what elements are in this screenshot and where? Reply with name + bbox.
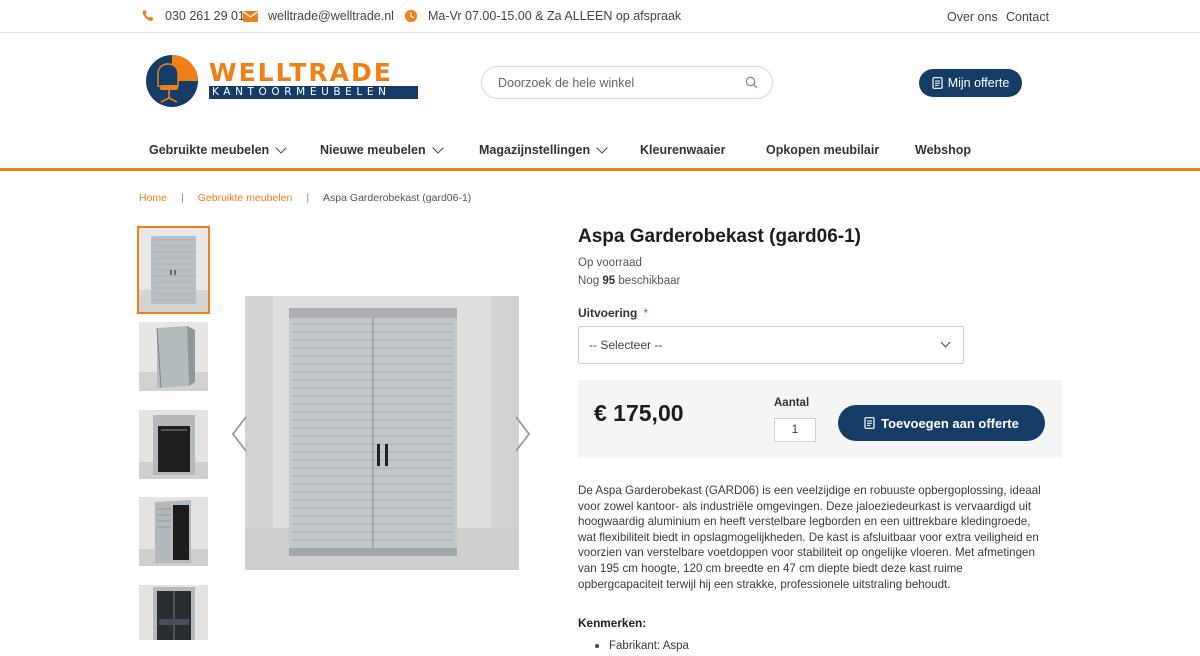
breadcrumb-separator: | <box>181 192 184 204</box>
nav-item-webshop[interactable]: Webshop <box>915 143 971 157</box>
gallery-thumbnail[interactable] <box>137 226 210 314</box>
nav-item-label: Magazijnstellingen <box>479 143 591 157</box>
breadcrumb-category[interactable]: Gebruikte meubelen <box>198 192 293 204</box>
opening-hours: Ma-Vr 07.00-15.00 & Za ALLEEN op afspraa… <box>404 9 681 23</box>
availability: Nog 95 beschikbaar <box>578 275 680 287</box>
breadcrumb-current: Aspa Garderobekast (gard06-1) <box>323 192 472 204</box>
required-marker: * <box>643 306 649 320</box>
cabinet-main-image <box>245 296 519 570</box>
cabinet-thumbnail-image <box>139 585 208 640</box>
main-nav: Gebruikte meubelen Nieuwe meubelen Magaz… <box>0 133 1200 171</box>
email-contact[interactable]: welltrade@welltrade.nl <box>243 9 394 23</box>
stock-status: Op voorraad <box>578 257 642 269</box>
availability-count: 95 <box>602 275 616 287</box>
bullet <box>595 644 599 648</box>
buy-box: € 175,00 Aantal Toevoegen aan offerte <box>578 380 1062 458</box>
nav-item-kleurenwaaier[interactable]: Kleurenwaaier <box>640 143 725 157</box>
variant-selected-value: -- Selecteer -- <box>589 338 663 352</box>
add-to-quote-button[interactable]: Toevoegen aan offerte <box>838 405 1045 441</box>
link-over-ons[interactable]: Over ons <box>947 10 998 24</box>
logo-text-top: WELLTRADE <box>209 58 393 87</box>
chevron-down-icon <box>275 142 287 154</box>
document-icon <box>864 417 875 429</box>
cabinet-thumbnail-image <box>139 410 208 479</box>
product-price: € 175,00 <box>594 400 684 426</box>
breadcrumb-separator: | <box>306 192 310 204</box>
phone-contact[interactable]: 030 261 29 01 <box>141 9 245 23</box>
phone-icon <box>142 10 153 21</box>
gallery-thumbnail[interactable] <box>139 497 208 566</box>
nav-item-gebruikte-meubelen[interactable]: Gebruikte meubelen <box>149 142 287 157</box>
quantity-label: Aantal <box>774 397 810 409</box>
breadcrumb: Home | Gebruikte meubelen | Aspa Gardero… <box>139 192 471 204</box>
my-quote-label: Mijn offerte <box>947 76 1010 90</box>
main-product-image[interactable] <box>245 296 519 570</box>
variant-label-text: Uitvoering <box>578 306 638 320</box>
cabinet-thumbnail-image <box>139 228 208 312</box>
variant-label: Uitvoering * <box>578 306 648 320</box>
product-title: Aspa Garderobekast (gard06-1) <box>578 226 861 247</box>
nav-item-label: Webshop <box>915 143 972 157</box>
nav-item-opkopen-meubilair[interactable]: Opkopen meubilair <box>766 143 879 157</box>
quantity-input[interactable] <box>774 418 816 442</box>
logo[interactable]: WELLTRADE KANTOORMEUBELEN <box>146 54 421 110</box>
nav-item-label: Gebruikte meubelen <box>149 143 270 157</box>
availability-suffix: beschikbaar <box>618 275 681 287</box>
search-input[interactable] <box>498 75 745 90</box>
logo-text-bottom: KANTOORMEUBELEN <box>212 86 391 98</box>
hours-text: Ma-Vr 07.00-15.00 & Za ALLEEN op afspraa… <box>428 9 682 23</box>
gallery-next-arrow-icon[interactable] <box>513 414 533 454</box>
gallery-prev-arrow-icon[interactable] <box>229 414 249 454</box>
product-description: De Aspa Garderobekast (GARD06) is een ve… <box>578 484 1041 591</box>
envelope-icon <box>243 10 258 22</box>
nav-item-magazijnstellingen[interactable]: Magazijnstellingen <box>479 142 608 157</box>
document-icon <box>932 77 943 89</box>
cabinet-thumbnail-image <box>139 322 208 391</box>
clock-icon <box>404 9 418 23</box>
phone-number: 030 261 29 01 <box>165 9 245 23</box>
search-icon[interactable] <box>745 76 758 89</box>
nav-item-label: Opkopen meubilair <box>766 143 880 157</box>
my-quote-button[interactable]: Mijn offerte <box>919 69 1022 97</box>
gallery-thumbnail[interactable] <box>139 410 208 479</box>
features-title: Kenmerken: <box>578 616 647 630</box>
link-contact[interactable]: Contact <box>1006 10 1049 24</box>
gallery-thumbnail[interactable] <box>139 322 208 391</box>
variant-select[interactable]: -- Selecteer -- <box>578 326 964 364</box>
breadcrumb-home[interactable]: Home <box>139 192 167 204</box>
gallery-thumbnail[interactable] <box>139 585 208 640</box>
availability-prefix: Nog <box>578 275 600 287</box>
topbar: 030 261 29 01 welltrade@welltrade.nl Ma-… <box>0 0 1200 33</box>
feature-text: Fabrikant: Aspa <box>609 640 689 652</box>
nav-item-nieuwe-meubelen[interactable]: Nieuwe meubelen <box>320 142 444 157</box>
feature-list-item: Fabrikant: Aspa <box>595 640 689 652</box>
chevron-down-icon <box>431 142 444 154</box>
email-address: welltrade@welltrade.nl <box>268 9 394 23</box>
chevron-down-icon <box>940 337 951 348</box>
add-to-quote-label: Toevoegen aan offerte <box>881 415 1019 431</box>
nav-item-label: Kleurenwaaier <box>640 143 726 157</box>
cabinet-thumbnail-image <box>139 497 208 566</box>
nav-item-label: Nieuwe meubelen <box>320 143 426 157</box>
chevron-down-icon <box>596 142 608 154</box>
search-box[interactable] <box>481 66 773 99</box>
